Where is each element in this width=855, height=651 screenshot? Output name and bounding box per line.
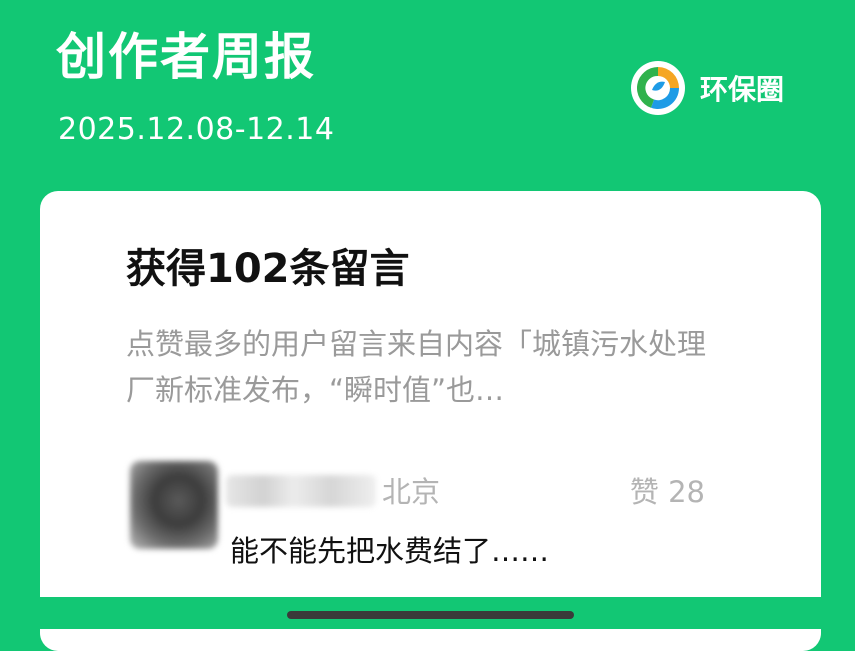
likes-count: 赞 28 [629,475,705,509]
comment-text: 能不能先把水费结了…… [230,534,550,568]
brand-name: 环保圈 [700,73,785,106]
username-blurred [226,475,376,507]
card-title: 获得102条留言 [126,246,410,292]
brand: 环保圈 [630,60,784,116]
comment-location: 北京 [382,475,441,509]
card-description: 点赞最多的用户留言来自内容「城镇污水处理厂新标准发布，“瞬时值”也… [126,327,707,407]
recycle-leaf-logo [631,61,685,115]
weekly-comments-card[interactable]: 获得102条留言 点赞最多的用户留言来自内容「城镇污水处理厂新标准发布，“瞬时值… [40,191,821,651]
date-range: 2025.12.08-12.14 [58,112,335,147]
page-title: 创作者周报 [56,28,316,86]
avatar[interactable] [130,461,218,549]
home-indicator[interactable] [287,611,574,619]
